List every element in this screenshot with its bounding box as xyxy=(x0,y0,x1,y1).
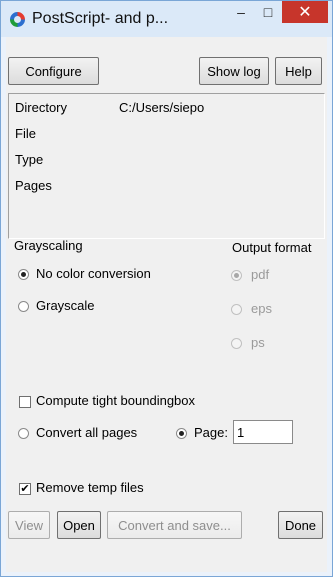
page-label[interactable]: Page: xyxy=(194,425,228,440)
maximize-button[interactable]: □ xyxy=(255,1,281,23)
remove-temp-label[interactable]: Remove temp files xyxy=(36,480,144,495)
help-button[interactable]: Help xyxy=(275,57,322,85)
convert-all-radio[interactable] xyxy=(18,428,29,439)
output-format-heading: Output format xyxy=(232,240,312,255)
close-button[interactable]: ✕ xyxy=(282,1,328,23)
pdf-label[interactable]: pdf xyxy=(251,267,269,282)
ps-radio[interactable] xyxy=(231,338,242,349)
tight-bbox-checkbox[interactable] xyxy=(19,396,31,408)
pdf-radio[interactable] xyxy=(231,270,242,281)
grayscale-radio[interactable] xyxy=(18,301,29,312)
maximize-icon: □ xyxy=(263,4,273,20)
app-icon xyxy=(10,12,25,27)
file-info-panel: Directory C:/Users/siepo File Type Pages xyxy=(8,93,325,239)
no-color-conversion-radio[interactable] xyxy=(18,269,29,280)
file-label: File xyxy=(15,126,36,141)
close-icon: ✕ xyxy=(298,4,312,21)
page-number-input[interactable] xyxy=(233,420,293,444)
remove-temp-checkbox[interactable]: ✔ xyxy=(19,483,31,495)
eps-radio[interactable] xyxy=(231,304,242,315)
minimize-button[interactable]: – xyxy=(228,1,254,23)
view-button[interactable]: View xyxy=(8,511,50,539)
type-label: Type xyxy=(15,152,44,167)
directory-label: Directory xyxy=(15,100,68,115)
grayscaling-heading: Grayscaling xyxy=(14,238,83,253)
ps-label[interactable]: ps xyxy=(251,335,265,350)
dialog-body: Configure Show log Help Directory C:/Use… xyxy=(6,37,327,572)
show-log-button[interactable]: Show log xyxy=(199,57,269,85)
window-title: PostScript- and p... xyxy=(32,10,169,27)
page-radio[interactable] xyxy=(176,428,187,439)
app-window: PostScript- and p... – □ ✕ Configure Sho… xyxy=(0,0,333,577)
directory-value: C:/Users/siepo xyxy=(119,100,205,115)
minimize-icon: – xyxy=(237,4,245,20)
open-button[interactable]: Open xyxy=(57,511,101,539)
tight-bbox-label[interactable]: Compute tight boundingbox xyxy=(36,393,195,408)
pages-label: Pages xyxy=(15,178,52,193)
title-bar[interactable]: PostScript- and p... – □ ✕ xyxy=(1,1,332,37)
no-color-conversion-label[interactable]: No color conversion xyxy=(36,266,151,281)
eps-label[interactable]: eps xyxy=(251,301,272,316)
grayscale-label[interactable]: Grayscale xyxy=(36,298,95,313)
convert-and-save-button[interactable]: Convert and save... xyxy=(107,511,242,539)
convert-all-label[interactable]: Convert all pages xyxy=(36,425,137,440)
done-button[interactable]: Done xyxy=(278,511,323,539)
configure-button[interactable]: Configure xyxy=(8,57,99,85)
